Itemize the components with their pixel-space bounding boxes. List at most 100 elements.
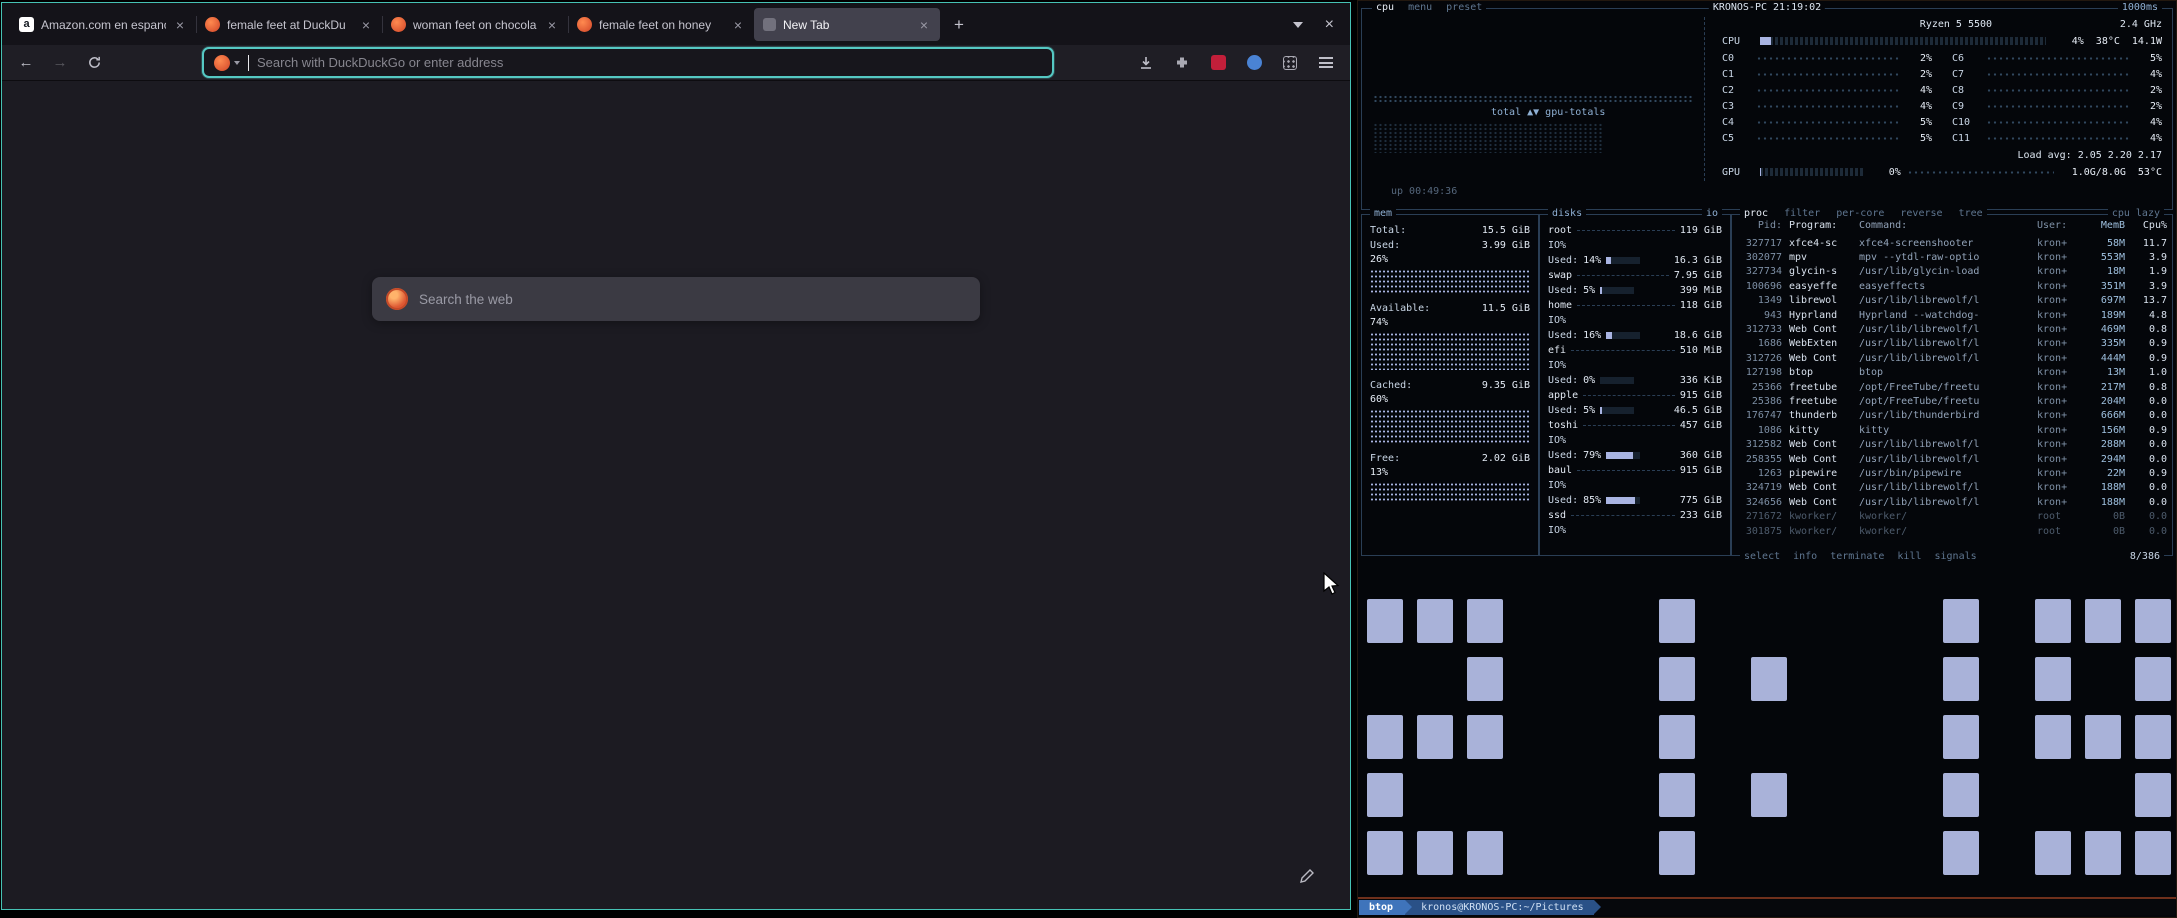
browser-tab[interactable]: aAmazon.com en espanol× — [10, 8, 196, 41]
terminal-tab[interactable]: kronos@KRONOS-PC:~/Pictures — [1405, 900, 1594, 915]
process-row[interactable]: 327717xfce4-scxfce4-screenshooterkron+58… — [1737, 236, 2167, 250]
proc-user: kron+ — [2037, 468, 2081, 479]
proc-command: /usr/lib/librewolf/l — [1859, 353, 2037, 364]
browser-tab[interactable]: female feet at DuckDu× — [196, 8, 382, 41]
process-row[interactable]: 301875kworker/kworker/root0B0.0 — [1737, 524, 2167, 538]
core-name: C4 — [1722, 117, 1750, 128]
btop-menu-preset[interactable]: preset — [1446, 2, 1482, 14]
core-percent: 2% — [2136, 85, 2162, 96]
toolbar-icons — [1136, 53, 1340, 73]
terminal-tab[interactable]: btop — [1359, 900, 1405, 915]
url-bar[interactable] — [202, 47, 1054, 78]
text-caret — [248, 55, 249, 71]
mem-graph — [1370, 269, 1530, 293]
process-row[interactable]: 258355Web Cont/usr/lib/librewolf/lkron+2… — [1737, 452, 2167, 466]
proc-menu-reverse[interactable]: reverse — [1900, 208, 1942, 220]
web-search-box[interactable]: Search the web — [372, 277, 980, 321]
tab-close-button[interactable]: × — [917, 17, 931, 33]
btop-menu-cpu[interactable]: cpu — [1376, 2, 1394, 14]
proc-user: root — [2037, 526, 2081, 537]
process-row[interactable]: 943HyprlandHyprland --watchdog-kron+189M… — [1737, 308, 2167, 322]
forward-button[interactable]: → — [46, 50, 74, 76]
browser-tab[interactable]: female feet on honey× — [568, 8, 754, 41]
proc-pid: 312733 — [1737, 324, 1789, 335]
proc-menu-tree[interactable]: tree — [1959, 208, 1983, 220]
proc-mem: 204M — [2081, 396, 2125, 407]
menu-button[interactable] — [1316, 53, 1336, 73]
proc-command: xfce4-screenshooter — [1859, 238, 2037, 249]
core-name: C1 — [1722, 69, 1750, 80]
browser-tab[interactable]: woman feet on chocola× — [382, 8, 568, 41]
proc-command: kitty — [1859, 425, 2037, 436]
tab-close-button[interactable]: × — [173, 17, 187, 33]
url-input[interactable] — [257, 55, 1042, 70]
btop-panel: cpumenupreset KRONOS-PC 21:19:02 1000ms … — [1361, 4, 2173, 556]
tab-close-button[interactable]: × — [545, 17, 559, 33]
disk-used-amount: 18.6 GiB — [1674, 328, 1722, 343]
process-row[interactable]: 100696easyeffeeasyeffectskron+351M3.9 — [1737, 279, 2167, 293]
proc-column-header[interactable]: Pid: — [1737, 220, 1789, 231]
process-row[interactable]: 25366freetube/opt/FreeTube/freetukron+21… — [1737, 380, 2167, 394]
tab-close-button[interactable]: × — [731, 17, 745, 33]
newtab-favicon — [763, 18, 776, 31]
mem-percent: 74% — [1370, 316, 1530, 330]
proc-column-header[interactable]: MemB — [2081, 220, 2125, 231]
process-row[interactable]: 271672kworker/kworker/root0B0.0 — [1737, 509, 2167, 523]
disk-used-percent: 14% — [1583, 253, 1601, 268]
proc-menu-proc[interactable]: proc — [1744, 208, 1768, 220]
process-row[interactable]: 302077mpvmpv --ytdl-raw-optiokron+553M3.… — [1737, 250, 2167, 264]
core-meter-c5: C55% — [1722, 133, 1932, 144]
window-close-button[interactable]: × — [1325, 17, 1334, 33]
btop-menu-menu[interactable]: menu — [1408, 2, 1432, 14]
proc-column-header[interactable]: User: — [2037, 220, 2081, 231]
process-row[interactable]: 312733Web Cont/usr/lib/librewolf/lkron+4… — [1737, 322, 2167, 336]
ublock-extension-button[interactable] — [1208, 53, 1228, 73]
process-row[interactable]: 176747thunderb/usr/lib/thunderbirdkron+6… — [1737, 409, 2167, 423]
process-row[interactable]: 312582Web Cont/usr/lib/librewolf/lkron+2… — [1737, 437, 2167, 451]
core-meter-c10: C104% — [1952, 117, 2162, 128]
edit-wallpaper-button[interactable] — [1294, 863, 1320, 889]
grid-extension-button[interactable] — [1280, 53, 1300, 73]
proc-cpu: 0.0 — [2125, 526, 2167, 537]
mem-percent: 26% — [1370, 253, 1530, 267]
extensions-button[interactable] — [1172, 53, 1192, 73]
disk-used-meter — [1606, 452, 1640, 459]
process-row[interactable]: 127198btopbtopkron+13M1.0 — [1737, 366, 2167, 380]
list-all-tabs-icon[interactable] — [1293, 22, 1303, 28]
clock-block — [1467, 831, 1503, 875]
tab-title: Amazon.com en espanol — [41, 18, 166, 32]
gpu-vram: 1.0G/8.0G — [2072, 167, 2126, 178]
proc-menu-filter[interactable]: filter — [1784, 208, 1820, 220]
blue-extension-button[interactable] — [1244, 53, 1264, 73]
search-engine-selector[interactable] — [214, 55, 240, 71]
window-border-line — [1358, 897, 2176, 899]
process-row[interactable]: 1349librewol/usr/lib/librewolf/lkron+697… — [1737, 294, 2167, 308]
process-row[interactable]: 1686WebExten/usr/lib/librewolf/lkron+335… — [1737, 337, 2167, 351]
disk-size: 457 GiB — [1680, 418, 1722, 433]
proc-cpu: 0.0 — [2125, 511, 2167, 522]
process-row[interactable]: 324656Web Cont/usr/lib/librewolf/lkron+1… — [1737, 495, 2167, 509]
downloads-button[interactable] — [1136, 53, 1156, 73]
proc-menu-per-core[interactable]: per-core — [1836, 208, 1884, 220]
proc-column-header[interactable]: Program: — [1789, 220, 1859, 231]
process-row[interactable]: 25386freetube/opt/FreeTube/freetukron+20… — [1737, 394, 2167, 408]
tab-close-button[interactable]: × — [359, 17, 373, 33]
new-tab-button[interactable]: + — [946, 12, 972, 38]
back-button[interactable]: ← — [12, 50, 40, 76]
process-row[interactable]: 324719Web Cont/usr/lib/librewolf/lkron+1… — [1737, 481, 2167, 495]
proc-user: kron+ — [2037, 252, 2081, 263]
reload-button[interactable] — [80, 50, 108, 76]
browser-tab[interactable]: New Tab× — [754, 8, 940, 41]
hamburger-icon — [1319, 57, 1333, 68]
process-row[interactable]: 1086kittykittykron+156M0.9 — [1737, 423, 2167, 437]
proc-user: kron+ — [2037, 295, 2081, 306]
proc-column-header[interactable]: Command: — [1859, 220, 2037, 231]
gpu-percent: 0% — [1871, 167, 1901, 178]
process-row[interactable]: 312726Web Cont/usr/lib/librewolf/lkron+4… — [1737, 351, 2167, 365]
process-row[interactable]: 327734glycin-s/usr/lib/glycin-loadkron+1… — [1737, 265, 2167, 279]
process-row[interactable]: 1263pipewire/usr/bin/pipewirekron+22M0.9 — [1737, 466, 2167, 480]
proc-column-header[interactable]: Cpu% — [2125, 220, 2167, 231]
clock-block — [1417, 599, 1453, 643]
core-meter-c9: C92% — [1952, 101, 2162, 112]
proc-user: kron+ — [2037, 382, 2081, 393]
